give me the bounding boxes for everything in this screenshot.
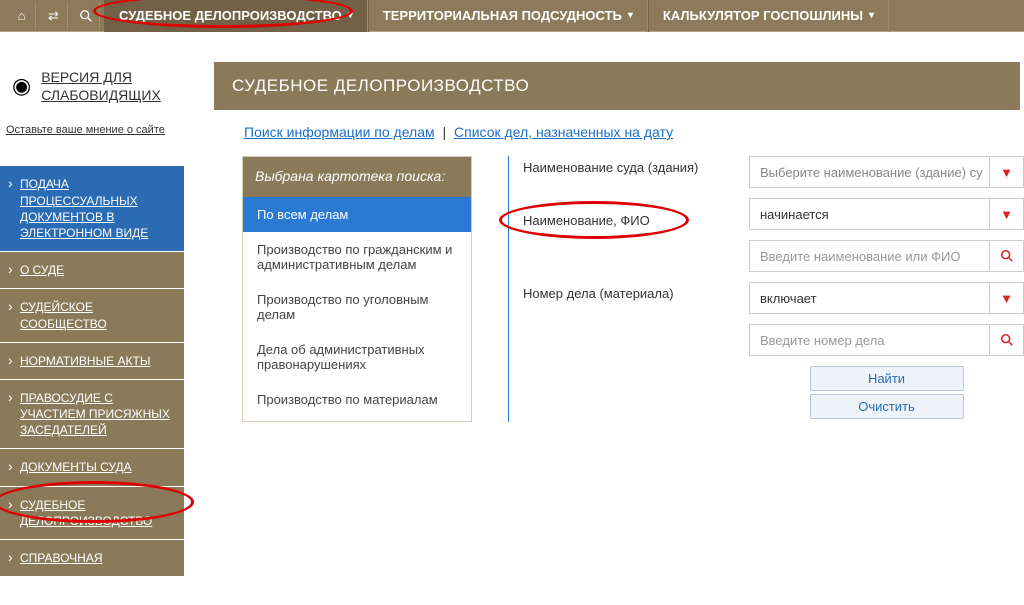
top-navbar: ⌂ ⇄ СУДЕБНОЕ ДЕЛОПРОИЗВОДСТВО ▾ ТЕРРИТОР… — [0, 0, 1024, 32]
clear-button[interactable]: Очистить — [810, 394, 964, 419]
accessibility-link[interactable]: ◉ ВЕРСИЯ ДЛЯ СЛАБОВИДЯЩИХ — [0, 62, 184, 114]
filing-option-civil[interactable]: Производство по гражданским и администра… — [243, 232, 471, 282]
sitemap-icon[interactable]: ⇄ — [40, 2, 68, 30]
label-court: Наименование суда (здания) — [523, 160, 713, 175]
eye-icon: ◉ — [12, 73, 31, 99]
filing-type-panel: Выбрана картотека поиска: По всем делам … — [242, 156, 472, 422]
link-case-search[interactable]: Поиск информации по делам — [244, 124, 435, 140]
input-name[interactable] — [750, 241, 989, 271]
select-court-placeholder: Выберите наименование (здание) су — [750, 165, 989, 180]
page-title: СУДЕБНОЕ ДЕЛОПРОИЗВОДСТВО — [214, 62, 1020, 110]
search-icon[interactable] — [72, 2, 100, 30]
filing-option-admin[interactable]: Дела об административных правонарушениях — [243, 332, 471, 382]
select-name-mode[interactable]: начинается ▼ — [749, 198, 1024, 230]
input-case-wrap — [749, 324, 1024, 356]
input-case[interactable] — [750, 325, 989, 355]
field-labels: Наименование суда (здания) Наименование,… — [508, 156, 713, 422]
accessibility-label[interactable]: ВЕРСИЯ ДЛЯ СЛАБОВИДЯЩИХ — [41, 68, 174, 104]
find-button[interactable]: Найти — [810, 366, 964, 391]
sidebar-item-acts[interactable]: НОРМАТИВНЫЕ АКТЫ — [0, 343, 184, 380]
search-form: Выберите наименование (здание) су ▼ начи… — [749, 156, 1024, 422]
nav-court-proceedings[interactable]: СУДЕБНОЕ ДЕЛОПРОИЗВОДСТВО ▾ — [104, 0, 368, 32]
input-name-wrap — [749, 240, 1024, 272]
link-case-list[interactable]: Список дел, назначенных на дату — [454, 124, 673, 140]
sub-links: Поиск информации по делам | Список дел, … — [214, 110, 1024, 156]
sidebar-item-docs[interactable]: ДОКУМЕНТЫ СУДА — [0, 449, 184, 486]
chevron-down-icon: ▾ — [869, 10, 874, 21]
sidebar-item-community[interactable]: СУДЕЙСКОЕ СООБЩЕСТВО — [0, 289, 184, 342]
nav-label: КАЛЬКУЛЯТОР ГОСПОШЛИНЫ — [663, 8, 863, 23]
dropdown-icon[interactable]: ▼ — [989, 157, 1023, 187]
filing-option-criminal[interactable]: Производство по уголовным делам — [243, 282, 471, 332]
search-icon[interactable] — [989, 325, 1023, 355]
select-case-mode[interactable]: включает ▼ — [749, 282, 1024, 314]
chevron-down-icon: ▾ — [348, 10, 353, 21]
filing-option-materials[interactable]: Производство по материалам — [243, 382, 471, 417]
select-court[interactable]: Выберите наименование (здание) су ▼ — [749, 156, 1024, 188]
sidebar-item-proceedings[interactable]: СУДЕБНОЕ ДЕЛОПРОИЗВОДСТВО — [0, 487, 184, 540]
left-column: ◉ ВЕРСИЯ ДЛЯ СЛАБОВИДЯЩИХ Оставьте ваше … — [0, 62, 184, 576]
filing-option-all[interactable]: По всем делам — [243, 197, 471, 232]
dropdown-icon[interactable]: ▼ — [989, 199, 1023, 229]
select-case-mode-value: включает — [750, 291, 989, 306]
chevron-down-icon: ▾ — [628, 10, 633, 21]
nav-fee-calculator[interactable]: КАЛЬКУЛЯТОР ГОСПОШЛИНЫ ▾ — [648, 0, 889, 32]
main-content: СУДЕБНОЕ ДЕЛОПРОИЗВОДСТВО Поиск информац… — [184, 62, 1024, 576]
home-icon[interactable]: ⌂ — [8, 2, 36, 30]
dropdown-icon[interactable]: ▼ — [989, 283, 1023, 313]
nav-jurisdiction[interactable]: ТЕРРИТОРИАЛЬНАЯ ПОДСУДНОСТЬ ▾ — [368, 0, 648, 32]
sidebar-item-about[interactable]: О СУДЕ — [0, 252, 184, 289]
filing-type-heading: Выбрана картотека поиска: — [243, 157, 471, 197]
search-icon[interactable] — [989, 241, 1023, 271]
label-name: Наименование, ФИО — [523, 213, 713, 228]
sidebar-item-info[interactable]: СПРАВОЧНАЯ — [0, 540, 184, 576]
select-name-mode-value: начинается — [750, 207, 989, 222]
feedback-link[interactable]: Оставьте ваше мнение о сайте — [0, 114, 184, 146]
nav-label: СУДЕБНОЕ ДЕЛОПРОИЗВОДСТВО — [119, 8, 342, 23]
sidebar-item-efile[interactable]: ПОДАЧА ПРОЦЕССУАЛЬНЫХ ДОКУМЕНТОВ В ЭЛЕКТ… — [0, 166, 184, 252]
sidebar-item-jury[interactable]: ПРАВОСУДИЕ С УЧАСТИЕМ ПРИСЯЖНЫХ ЗАСЕДАТЕ… — [0, 380, 184, 450]
nav-label: ТЕРРИТОРИАЛЬНАЯ ПОДСУДНОСТЬ — [383, 8, 622, 23]
side-menu: ПОДАЧА ПРОЦЕССУАЛЬНЫХ ДОКУМЕНТОВ В ЭЛЕКТ… — [0, 166, 184, 576]
label-caseno: Номер дела (материала) — [523, 286, 713, 301]
